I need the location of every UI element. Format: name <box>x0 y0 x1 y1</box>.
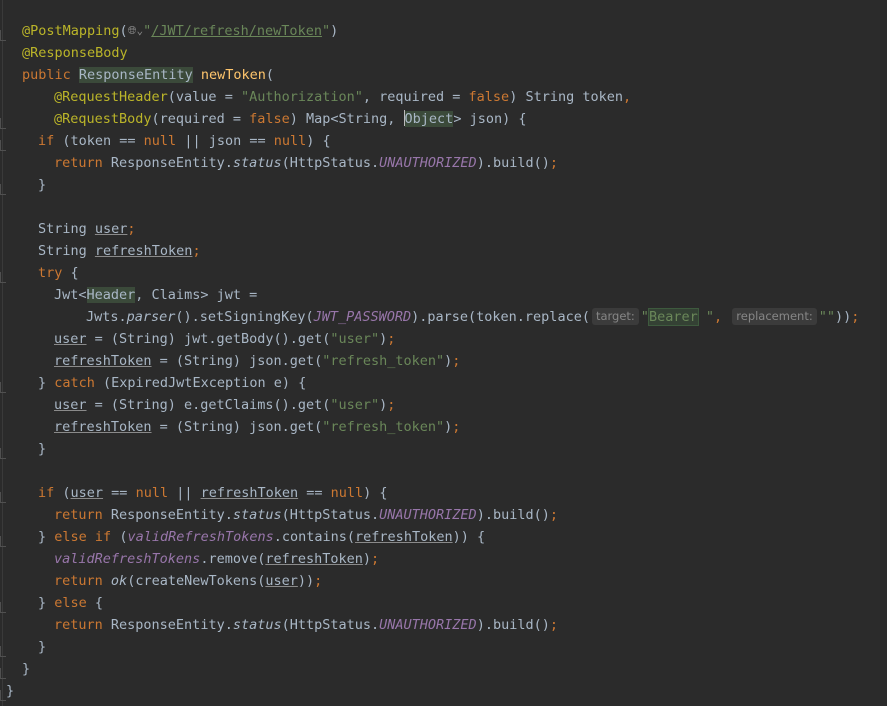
code-line[interactable]: try { <box>0 262 887 284</box>
code-line[interactable]: String refreshToken; <box>0 240 887 262</box>
code-line[interactable]: } <box>0 636 887 658</box>
code-line[interactable]: Jwts.parser().setSigningKey(JWT_PASSWORD… <box>0 306 887 328</box>
code-line[interactable]: user = (String) jwt.getBody().get("user"… <box>0 328 887 350</box>
globe-icon[interactable]: 🌐︎⌄ <box>128 20 143 42</box>
code-line[interactable]: } <box>0 438 887 460</box>
code-line[interactable]: if (user == null || refreshToken == null… <box>0 482 887 504</box>
code-line[interactable]: } <box>0 174 887 196</box>
code-line[interactable]: return ResponseEntity.status(HttpStatus.… <box>0 504 887 526</box>
code-line[interactable]: @RequestHeader(value = "Authorization", … <box>0 86 887 108</box>
code-line[interactable]: public ResponseEntity newToken( <box>0 64 887 86</box>
code-line[interactable]: validRefreshTokens.remove(refreshToken); <box>0 548 887 570</box>
code-line[interactable]: refreshToken = (String) json.get("refres… <box>0 416 887 438</box>
parameter-hint: replacement: <box>732 308 817 325</box>
code-line[interactable]: Jwt<Header, Claims> jwt = <box>0 284 887 306</box>
code-line[interactable]: return ResponseEntity.status(HttpStatus.… <box>0 152 887 174</box>
code-editor[interactable]: @PostMapping(🌐︎⌄"/JWT/refresh/newToken")… <box>0 0 887 706</box>
mapping-url[interactable]: /JWT/refresh/newToken <box>151 23 322 39</box>
code-line[interactable]: return ResponseEntity.status(HttpStatus.… <box>0 614 887 636</box>
code-line[interactable]: user = (String) e.getClaims().get("user"… <box>0 394 887 416</box>
code-line[interactable]: } catch (ExpiredJwtException e) { <box>0 372 887 394</box>
code-line[interactable]: @ResponseBody <box>0 42 887 64</box>
code-line[interactable]: } else { <box>0 592 887 614</box>
code-line[interactable]: refreshToken = (String) json.get("refres… <box>0 350 887 372</box>
code-line[interactable]: } <box>0 658 887 680</box>
code-line[interactable]: return ok(createNewTokens(user)); <box>0 570 887 592</box>
parameter-hint: target: <box>591 308 639 325</box>
code-line[interactable]: if (token == null || json == null) { <box>0 130 887 152</box>
code-line[interactable]: @PostMapping(🌐︎⌄"/JWT/refresh/newToken") <box>0 20 887 42</box>
code-line[interactable]: @RequestBody(required = false) Map<Strin… <box>0 108 887 130</box>
code-line[interactable]: } else if (validRefreshTokens.contains(r… <box>0 526 887 548</box>
code-line[interactable]: String user; <box>0 218 887 240</box>
code-line[interactable]: } <box>0 680 887 702</box>
